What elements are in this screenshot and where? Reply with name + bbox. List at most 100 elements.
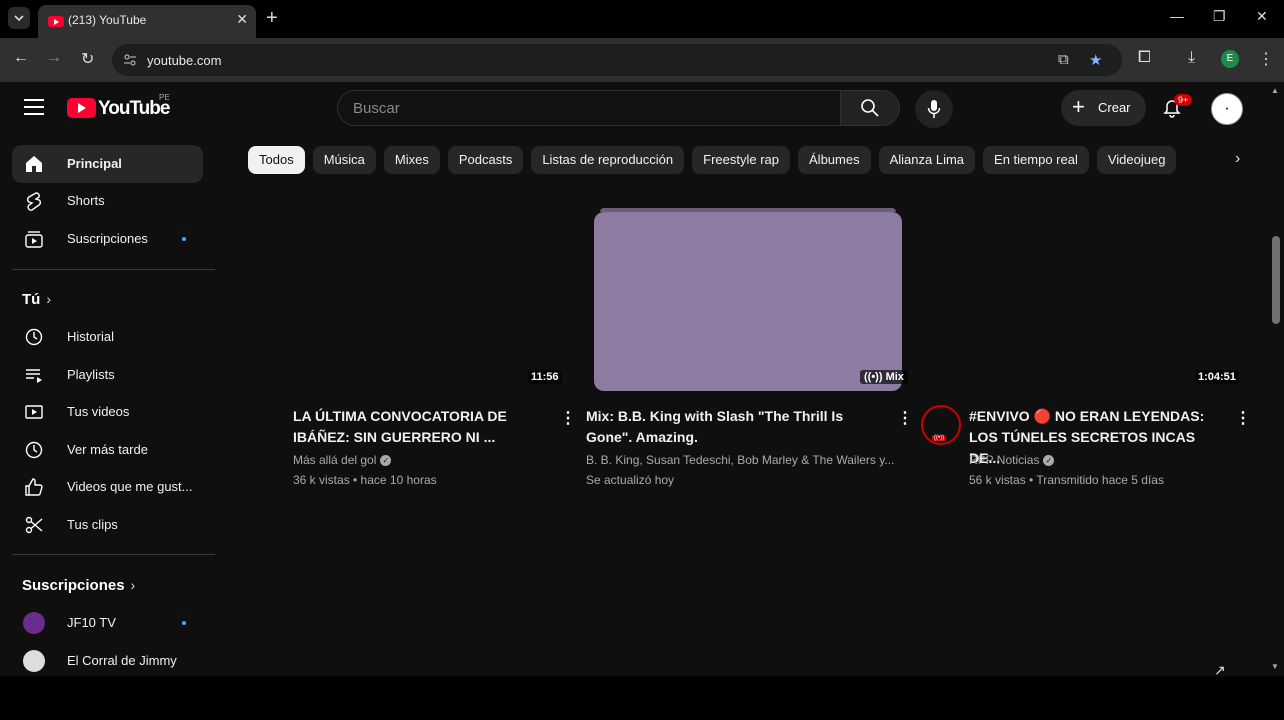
scroll-down-arrow-icon[interactable]: ▼ <box>1271 662 1279 671</box>
youtube-play-icon <box>67 98 96 118</box>
section-heading-subscriptions[interactable]: Suscripciones › <box>22 577 135 594</box>
browser-menu-icon[interactable]: ⋮ <box>1258 49 1274 69</box>
channel-avatar <box>23 650 45 672</box>
new-content-dot <box>182 237 186 241</box>
voice-search-button[interactable] <box>915 90 953 128</box>
extensions-icon[interactable]: ⧠ <box>1138 49 1151 67</box>
back-icon[interactable]: ← <box>13 49 29 67</box>
sidebar-channel-el-corral-de-jimmy[interactable]: El Corral de Jimmy <box>12 642 203 680</box>
scissors-icon <box>25 516 43 534</box>
menu-icon[interactable] <box>24 99 44 115</box>
watch-later-icon <box>25 441 43 459</box>
section-heading-label: Tú <box>22 291 41 308</box>
verified-icon: ✓ <box>380 455 392 467</box>
sidebar: Principal Shorts Suscripciones Tú › Histo… <box>0 136 216 676</box>
your-videos-icon <box>25 405 43 419</box>
browser-toolbar: ← → ↻ youtube.com ⧉ ★ ⧠ ⤓ E ⋮ <box>0 38 1284 82</box>
close-tab-icon[interactable]: ✕ <box>236 11 248 28</box>
sidebar-item-tus-videos[interactable]: Tus videos <box>12 393 203 431</box>
forward-icon[interactable]: → <box>46 49 62 67</box>
chip-albumes[interactable]: Álbumes <box>798 146 871 174</box>
search-button[interactable] <box>840 90 900 126</box>
search-input[interactable] <box>338 91 840 125</box>
account-avatar[interactable]: ● <box>1211 93 1243 125</box>
browser-tab[interactable]: (213) YouTube ✕ <box>38 5 256 38</box>
browser-tabstrip: (213) YouTube ✕ + — ❐ ✕ <box>0 0 1284 38</box>
mix-broadcast-icon: ((•)) <box>864 371 886 383</box>
channel-name[interactable]: RPP Noticias ✓ <box>969 450 1055 470</box>
sidebar-item-ver-mas-tarde[interactable]: Ver más tarde <box>12 431 203 469</box>
duration-badge: 1:04:51 <box>1195 370 1239 384</box>
chevron-right-icon[interactable]: › <box>1235 150 1240 168</box>
plus-icon: + <box>1072 94 1085 119</box>
country-code: PE <box>159 93 170 102</box>
sidebar-item-historial[interactable]: Historial <box>12 318 203 356</box>
section-heading-you[interactable]: Tú › <box>22 291 51 308</box>
video-title[interactable]: LA ÚLTIMA CONVOCATORIA DE IBÁÑEZ: SIN GU… <box>293 406 533 448</box>
chevron-right-icon: › <box>130 577 136 593</box>
divider <box>12 554 215 555</box>
scrollbar-thumb[interactable] <box>1272 236 1280 324</box>
scroll-up-arrow-icon[interactable]: ▲ <box>1271 86 1279 95</box>
more-options-icon[interactable]: ⋮ <box>1235 408 1251 428</box>
more-options-icon[interactable]: ⋮ <box>560 408 576 428</box>
home-icon <box>26 156 42 172</box>
chip-freestyle-rap[interactable]: Freestyle rap <box>692 146 791 174</box>
more-options-icon[interactable]: ⋮ <box>897 408 913 428</box>
new-tab-button[interactable]: + <box>266 7 278 29</box>
sidebar-item-shorts[interactable]: Shorts <box>12 182 203 220</box>
create-button[interactable]: + Crear <box>1061 90 1146 126</box>
chip-videojuegos[interactable]: Videojueg <box>1096 146 1177 174</box>
chip-alianza-lima[interactable]: Alianza Lima <box>878 146 976 174</box>
channel-name-text: RPP Noticias <box>969 453 1040 467</box>
duration-badge: 11:56 <box>528 370 562 384</box>
search-field[interactable] <box>337 90 841 126</box>
site-info-icon[interactable] <box>122 52 138 68</box>
tab-title: (213) YouTube <box>68 13 147 27</box>
youtube-favicon-icon <box>48 16 64 27</box>
sidebar-item-suscripciones[interactable]: Suscripciones <box>12 220 203 258</box>
notifications-button[interactable]: 9+ <box>1162 94 1193 124</box>
chevron-down-icon <box>14 15 24 22</box>
history-icon <box>25 328 43 346</box>
channel-avatar-live[interactable] <box>921 405 961 445</box>
chip-en-tiempo-real[interactable]: En tiempo real <box>983 146 1089 174</box>
chip-mixes[interactable]: Mixes <box>383 146 440 174</box>
chip-todos[interactable]: Todos <box>248 146 305 174</box>
sidebar-channel-jf10tv[interactable]: JF10 TV <box>12 604 203 642</box>
downloads-icon[interactable]: ⤓ <box>1188 49 1195 67</box>
video-meta: 36 k vistas • hace 10 horas <box>293 473 437 487</box>
sidebar-item-liked-videos[interactable]: Videos que me gust... <box>12 468 203 506</box>
sidebar-item-label: Historial <box>67 329 114 344</box>
maximize-icon[interactable]: ❐ <box>1213 8 1226 25</box>
mix-badge: ((•)) Mix <box>860 370 908 384</box>
sidebar-item-tus-clips[interactable]: Tus clips <box>12 506 203 544</box>
address-bar[interactable]: youtube.com ⧉ ★ <box>112 44 1122 76</box>
sidebar-item-playlists[interactable]: Playlists <box>12 356 203 394</box>
sidebar-item-label: JF10 TV <box>67 615 116 630</box>
notifications-badge: 9+ <box>1174 94 1193 106</box>
channel-name[interactable]: Más allá del gol ✓ <box>293 450 392 470</box>
chip-musica[interactable]: Música <box>312 146 376 174</box>
close-window-icon[interactable]: ✕ <box>1256 8 1268 25</box>
sidebar-item-label: Tus clips <box>67 517 118 532</box>
minimize-icon[interactable]: — <box>1170 8 1184 24</box>
install-app-icon[interactable]: ⧉ <box>1058 51 1069 68</box>
tab-search-button[interactable] <box>8 7 30 29</box>
channel-name-text: Más allá del gol <box>293 453 377 467</box>
chip-listas[interactable]: Listas de reproducción <box>531 146 685 174</box>
microphone-icon <box>927 100 941 118</box>
sidebar-item-label: Shorts <box>67 193 105 208</box>
thumbnail[interactable] <box>594 212 902 391</box>
video-title[interactable]: Mix: B.B. King with Slash "The Thrill Is… <box>586 406 856 448</box>
sidebar-item-label: Playlists <box>67 367 115 382</box>
chip-podcasts[interactable]: Podcasts <box>447 146 524 174</box>
sidebar-item-principal[interactable]: Principal <box>12 145 203 183</box>
profile-avatar[interactable]: E <box>1221 50 1239 68</box>
section-heading-label: Suscripciones <box>22 577 125 594</box>
sidebar-item-label: Ver más tarde <box>67 442 148 457</box>
video-meta: 56 k vistas • Transmitido hace 5 días <box>969 473 1164 487</box>
bookmark-star-icon[interactable]: ★ <box>1089 51 1102 69</box>
reload-icon[interactable]: ↻ <box>81 49 94 69</box>
url-text: youtube.com <box>147 53 222 68</box>
